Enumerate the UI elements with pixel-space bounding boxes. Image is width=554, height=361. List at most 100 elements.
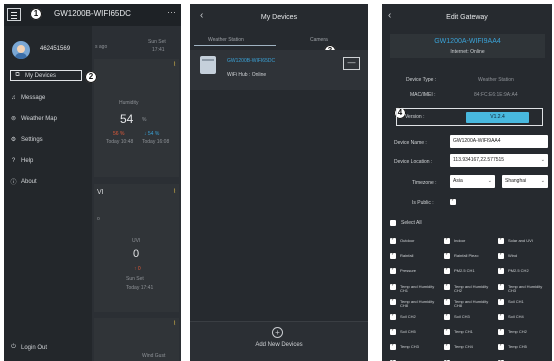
sensor-checkbox[interactable] — [390, 251, 396, 260]
sensor-checkbox[interactable] — [444, 282, 450, 290]
sensor-label: Rainfall Piezo — [454, 253, 479, 259]
header: ‹ Edit Gateway — [382, 4, 552, 34]
menu-item-label: About — [21, 178, 37, 185]
version-label: Version : — [405, 114, 425, 120]
sensor-label: PM2.5 CH2 — [508, 268, 529, 274]
active-tab-indicator — [194, 45, 276, 46]
sensor-checkbox[interactable] — [498, 312, 504, 320]
sensor-label: Soil CH4 — [508, 314, 524, 319]
sensor-checkbox[interactable] — [444, 297, 450, 305]
menu-item-weather-map[interactable]: ⊚ Weather Map — [10, 113, 57, 124]
is-public-checkbox[interactable] — [450, 197, 456, 205]
sensor-checkbox[interactable] — [498, 282, 504, 290]
sensor-checkbox[interactable] — [390, 236, 396, 244]
card-title-vi: VI — [97, 189, 104, 196]
devices-icon: ⧉ — [15, 72, 20, 78]
chevron-down-icon: ⌄ — [487, 178, 492, 184]
menu-item-label: Weather Map — [21, 115, 57, 122]
tab-camera[interactable]: Camera — [310, 37, 328, 43]
page-title: Edit Gateway — [446, 14, 488, 21]
sensor-checkbox[interactable] — [444, 236, 450, 244]
menu-item-help[interactable]: ? Help — [10, 155, 34, 166]
sensor-checkbox[interactable] — [390, 266, 396, 275]
phone-screen-my-devices: ‹ My Devices Weather Station Camera 3 GW… — [190, 4, 368, 361]
sunset-label: Sun Set — [148, 39, 166, 45]
select-all-checkbox[interactable] — [390, 220, 396, 226]
sensor-checkbox[interactable] — [498, 251, 504, 260]
avatar[interactable] — [12, 41, 30, 59]
last-update: s ago — [95, 44, 108, 50]
sensor-label: Temp and Humidity CH1 — [400, 283, 435, 293]
menu-item-my-devices[interactable]: ⧉ My Devices — [10, 70, 82, 81]
menu-item-label: My Devices — [25, 72, 57, 79]
menu-item-label: Settings — [21, 136, 43, 143]
version-button[interactable]: V1.2.4 — [466, 112, 529, 123]
sensor-checkbox[interactable] — [390, 327, 396, 336]
sunset-today: Today 17:41 — [126, 285, 154, 291]
humidity-unit: % — [142, 117, 147, 123]
menu-item-settings[interactable]: ⚙ Settings — [10, 134, 43, 145]
sensor-checkbox[interactable] — [498, 266, 504, 275]
gateway-title: GW1200B-WIFI65DC — [54, 9, 131, 18]
chart-icon[interactable]: ⌇ — [173, 61, 176, 68]
hamburger-menu-icon[interactable] — [7, 8, 21, 21]
device-tabs: Weather Station Camera — [190, 34, 368, 46]
timezone-region-value: Asia — [453, 178, 463, 184]
sensor-checkbox[interactable] — [498, 327, 504, 336]
help-icon: ? — [11, 157, 16, 164]
sensor-checkbox[interactable] — [390, 312, 396, 320]
sensor-checkbox[interactable] — [390, 282, 396, 290]
sunset-label-2: Sun Set — [126, 276, 144, 282]
sensor-label: Temp and Humidity CH8 — [400, 298, 435, 308]
uvi-label: UVI — [132, 238, 141, 244]
tab-weather-station[interactable]: Weather Station — [208, 37, 244, 43]
sunset-time: 17:41 — [152, 47, 165, 53]
sensor-checkbox[interactable] — [444, 342, 450, 351]
add-device-bar[interactable]: + Add New Devices — [190, 321, 368, 361]
device-name-input[interactable]: GW1200A-WIFI9AA4 — [450, 135, 548, 148]
sensor-checkbox[interactable] — [444, 251, 450, 260]
top-bar: 1 GW1200B-WIFI65DC ··· — [4, 4, 181, 26]
remove-device-button[interactable]: — — [343, 57, 360, 70]
sensor-label: Temp and Humidity CH2 — [454, 283, 489, 293]
sensor-label: Temp and Humidity CH8 — [454, 298, 489, 308]
logout-button[interactable]: ⏻ Login Out — [10, 342, 47, 353]
gateway-name: GW1200A-WIFI9AA4 — [434, 38, 501, 45]
timezone-region-select[interactable]: Asia ⌄ — [450, 175, 495, 188]
mac-label: MAC/IMEI : — [410, 92, 436, 98]
sensor-checkbox[interactable] — [444, 266, 450, 275]
phone-screen-menu: s ago Sun Set 17:41 ⌇ Humidity 54 % 56 %… — [4, 4, 181, 361]
chart-icon[interactable]: ⌇ — [173, 188, 176, 195]
humidity-high-time: Today 10:48 — [106, 139, 134, 145]
device-location-select[interactable]: 113.934167,22.577515 ⌄ — [450, 154, 548, 167]
gear-icon: ⚙ — [10, 137, 17, 143]
callout-badge: 1 — [30, 8, 42, 20]
device-type-value: Weather Station — [478, 77, 514, 83]
sensor-label: Indoor — [454, 238, 466, 243]
wind-gust-label: Wind Gust — [142, 353, 166, 359]
ellipsis-icon[interactable]: ··· — [167, 7, 176, 17]
device-list-item[interactable]: GW1200B-WIFI65DC WiFi Hub : Online — — [190, 50, 368, 90]
chart-icon[interactable]: ⌇ — [173, 320, 176, 327]
sensor-checkbox[interactable] — [498, 236, 504, 244]
version-row: Version : V1.2.4 — [396, 108, 543, 126]
sensor-label: Soil CH2 — [400, 314, 416, 319]
menu-item-about[interactable]: ⓘ About — [10, 176, 37, 187]
sensor-checkbox[interactable] — [444, 327, 450, 336]
sensor-label: Temp CH2 — [508, 329, 527, 335]
card-text-o: o — [97, 216, 100, 222]
sensor-checkbox[interactable] — [444, 312, 450, 320]
menu-item-message[interactable]: ♫ Message — [10, 92, 45, 103]
device-location-label: Device Location : — [394, 159, 433, 165]
sensor-checkbox[interactable] — [390, 297, 396, 305]
is-public-label: Is Public : — [412, 200, 434, 206]
menu-item-label: Message — [21, 94, 46, 101]
sensor-checkbox[interactable] — [498, 297, 504, 305]
sensor-checkbox[interactable] — [498, 342, 504, 351]
sensor-checkbox[interactable] — [390, 342, 396, 351]
map-icon: ⊚ — [10, 116, 17, 122]
timezone-city-select[interactable]: Shanghai ⌄ — [502, 175, 548, 188]
callout-badge: 2 — [85, 71, 97, 83]
sensor-label: Temp CH5 — [508, 344, 527, 350]
select-all-label: Select All — [401, 220, 422, 226]
